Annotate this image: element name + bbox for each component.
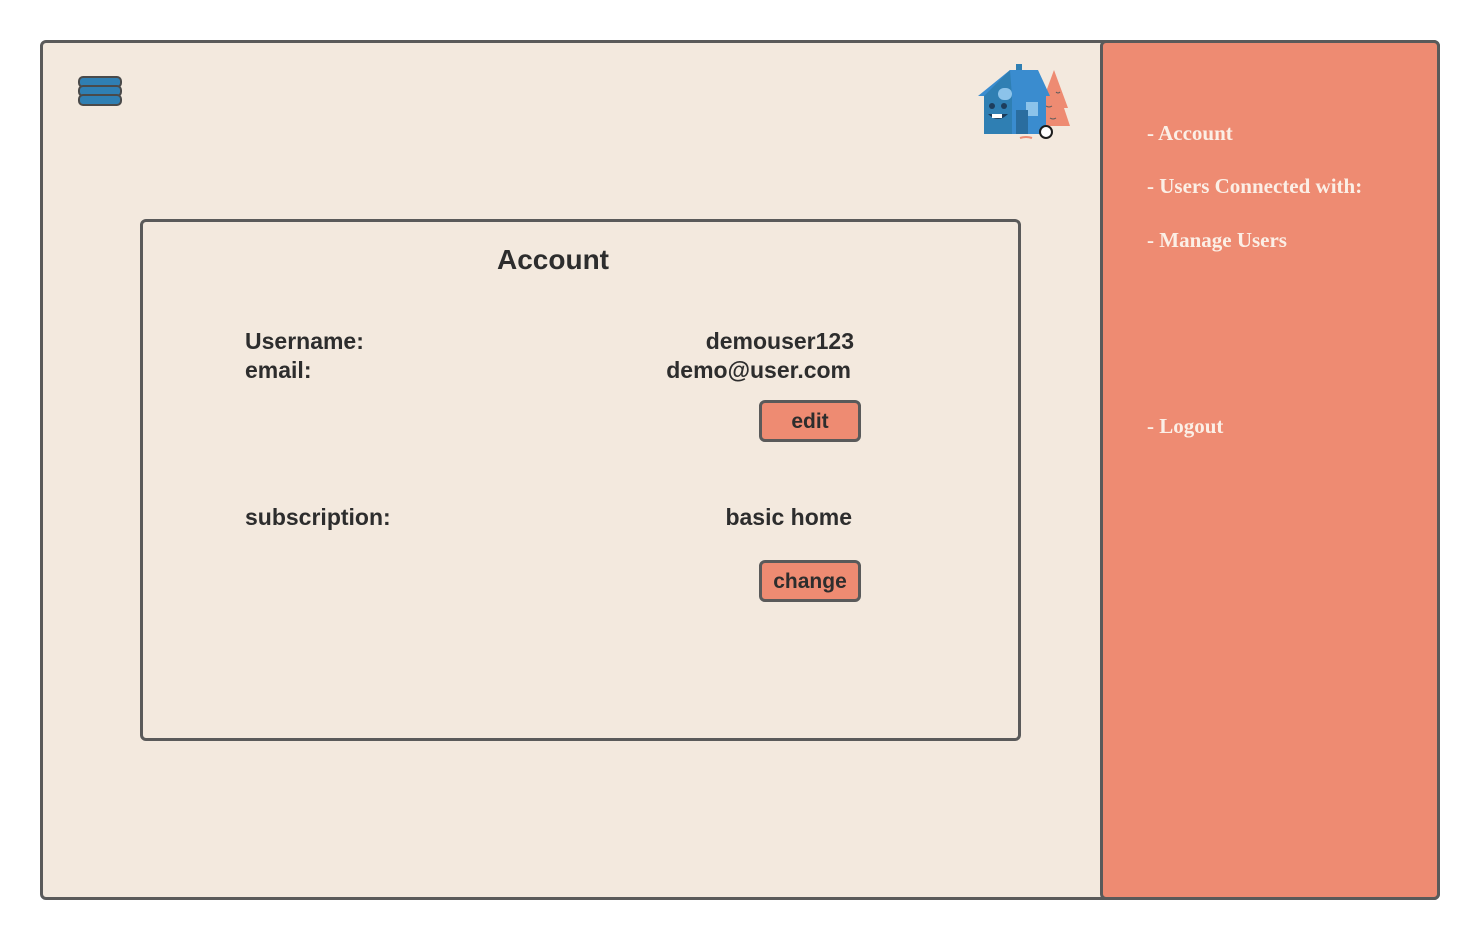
change-button[interactable]: change xyxy=(759,560,861,602)
edit-button[interactable]: edit xyxy=(759,400,861,442)
subscription-label: subscription: xyxy=(245,504,391,530)
page-title: Account xyxy=(497,244,609,275)
username-label: Username: xyxy=(245,328,364,354)
subscription-value: basic home xyxy=(725,504,852,530)
account-card: Account Username: demouser123 email: dem… xyxy=(140,219,1021,741)
sidebar-item-users-connected[interactable]: - Users Connected with: xyxy=(1147,174,1362,199)
sidebar-item-logout[interactable]: - Logout xyxy=(1147,414,1223,439)
email-label: email: xyxy=(245,357,312,383)
sidebar-item-manage-users[interactable]: - Manage Users xyxy=(1147,228,1287,253)
username-value: demouser123 xyxy=(705,328,854,354)
sidebar: - Account - Users Connected with: - Mana… xyxy=(1100,40,1440,900)
sidebar-item-account[interactable]: - Account xyxy=(1147,121,1233,146)
email-value: demo@user.com xyxy=(666,357,851,383)
hamburger-menu-icon[interactable] xyxy=(78,76,122,108)
house-logo-icon xyxy=(978,64,1070,139)
